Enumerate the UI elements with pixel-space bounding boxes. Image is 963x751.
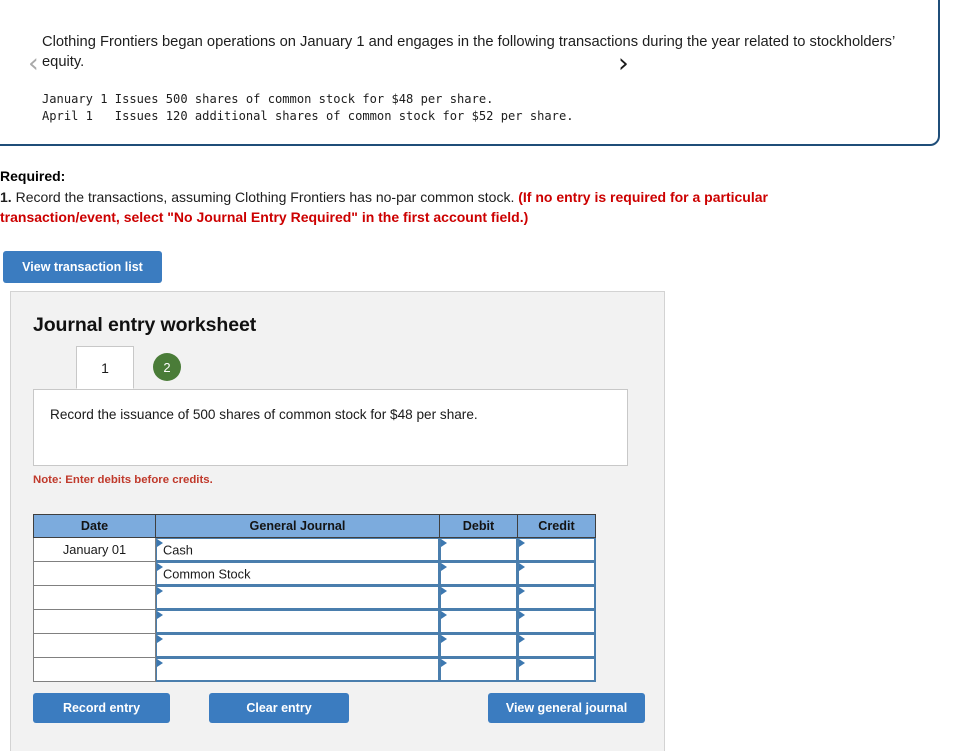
account-cell[interactable]	[155, 609, 440, 634]
dropdown-triangle-icon	[441, 611, 447, 619]
view-transaction-list-button[interactable]: View transaction list	[3, 251, 162, 283]
problem-paragraph: Clothing Frontiers began operations on J…	[42, 34, 895, 71]
required-statement: 1. Record the transactions, assuming Clo…	[0, 188, 870, 228]
date-cell[interactable]: January 01	[33, 537, 156, 562]
account-cell[interactable]	[155, 585, 440, 610]
dropdown-triangle-icon	[519, 563, 525, 571]
debit-cell[interactable]	[439, 537, 518, 562]
credit-cell[interactable]	[517, 561, 596, 586]
table-row	[33, 633, 596, 658]
account-cell-text: Cash	[163, 542, 193, 557]
debit-cell[interactable]	[439, 633, 518, 658]
credit-cell[interactable]	[517, 609, 596, 634]
dropdown-triangle-icon	[157, 659, 163, 667]
debit-cell[interactable]	[439, 585, 518, 610]
tab-1[interactable]: 1	[76, 346, 134, 389]
credit-cell[interactable]	[517, 657, 596, 682]
entry-description-box: Record the issuance of 500 shares of com…	[33, 389, 628, 466]
next-tab-chevron-icon[interactable]: ›	[618, 50, 629, 77]
dropdown-triangle-icon	[441, 587, 447, 595]
table-row: January 01 Cash	[33, 537, 596, 562]
account-cell[interactable]: Cash	[155, 537, 440, 562]
debit-cell[interactable]	[439, 561, 518, 586]
record-entry-button[interactable]: Record entry	[33, 693, 170, 723]
debit-cell[interactable]	[439, 657, 518, 682]
clear-entry-button[interactable]: Clear entry	[209, 693, 349, 723]
table-row: Common Stock	[33, 561, 596, 586]
worksheet-title: Journal entry worksheet	[33, 314, 257, 336]
required-statement-text: Record the transactions, assuming Clothi…	[11, 188, 519, 205]
dropdown-triangle-icon	[441, 635, 447, 643]
credit-cell[interactable]	[517, 537, 596, 562]
dropdown-triangle-icon	[441, 539, 447, 547]
table-header-row: Date General Journal Debit Credit	[33, 514, 596, 538]
debits-before-credits-note: Note: Enter debits before credits.	[33, 474, 213, 486]
date-cell[interactable]	[33, 633, 156, 658]
date-cell[interactable]	[33, 561, 156, 586]
tab-2-badge[interactable]: 2	[153, 353, 181, 381]
dropdown-triangle-icon	[441, 659, 447, 667]
table-row	[33, 585, 596, 610]
column-header-debit: Debit	[439, 514, 518, 538]
transaction-list-text: January 1 Issues 500 shares of common st…	[42, 91, 574, 124]
debit-cell[interactable]	[439, 609, 518, 634]
credit-cell[interactable]	[517, 633, 596, 658]
date-cell[interactable]	[33, 585, 156, 610]
dropdown-triangle-icon	[519, 611, 525, 619]
account-cell[interactable]	[155, 657, 440, 682]
column-header-general-journal: General Journal	[155, 514, 440, 538]
account-cell[interactable]	[155, 633, 440, 658]
dropdown-triangle-icon	[157, 587, 163, 595]
date-cell[interactable]	[33, 609, 156, 634]
previous-tab-chevron-icon[interactable]: ‹	[28, 50, 39, 77]
dropdown-triangle-icon	[157, 635, 163, 643]
column-header-credit: Credit	[517, 514, 596, 538]
problem-statement-content: Clothing Frontiers began operations on J…	[42, 32, 912, 126]
dropdown-triangle-icon	[157, 611, 163, 619]
entry-description-text: Record the issuance of 500 shares of com…	[50, 407, 478, 422]
problem-statement-panel: Clothing Frontiers began operations on J…	[0, 0, 940, 146]
required-label: Required:	[0, 168, 66, 184]
dropdown-triangle-icon	[519, 659, 525, 667]
date-cell[interactable]	[33, 657, 156, 682]
table-row	[33, 609, 596, 634]
required-block: Required: 1. Record the transactions, as…	[0, 167, 870, 228]
dropdown-triangle-icon	[519, 635, 525, 643]
account-cell[interactable]: Common Stock	[155, 561, 440, 586]
column-header-date: Date	[33, 514, 156, 538]
dropdown-triangle-icon	[519, 539, 525, 547]
dropdown-triangle-icon	[519, 587, 525, 595]
table-row	[33, 657, 596, 682]
view-general-journal-button[interactable]: View general journal	[488, 693, 645, 723]
dropdown-triangle-icon	[441, 563, 447, 571]
account-cell-text: Common Stock	[163, 566, 251, 581]
journal-entry-table: Date General Journal Debit Credit Januar…	[33, 514, 596, 682]
credit-cell[interactable]	[517, 585, 596, 610]
required-item-number: 1.	[0, 188, 12, 205]
